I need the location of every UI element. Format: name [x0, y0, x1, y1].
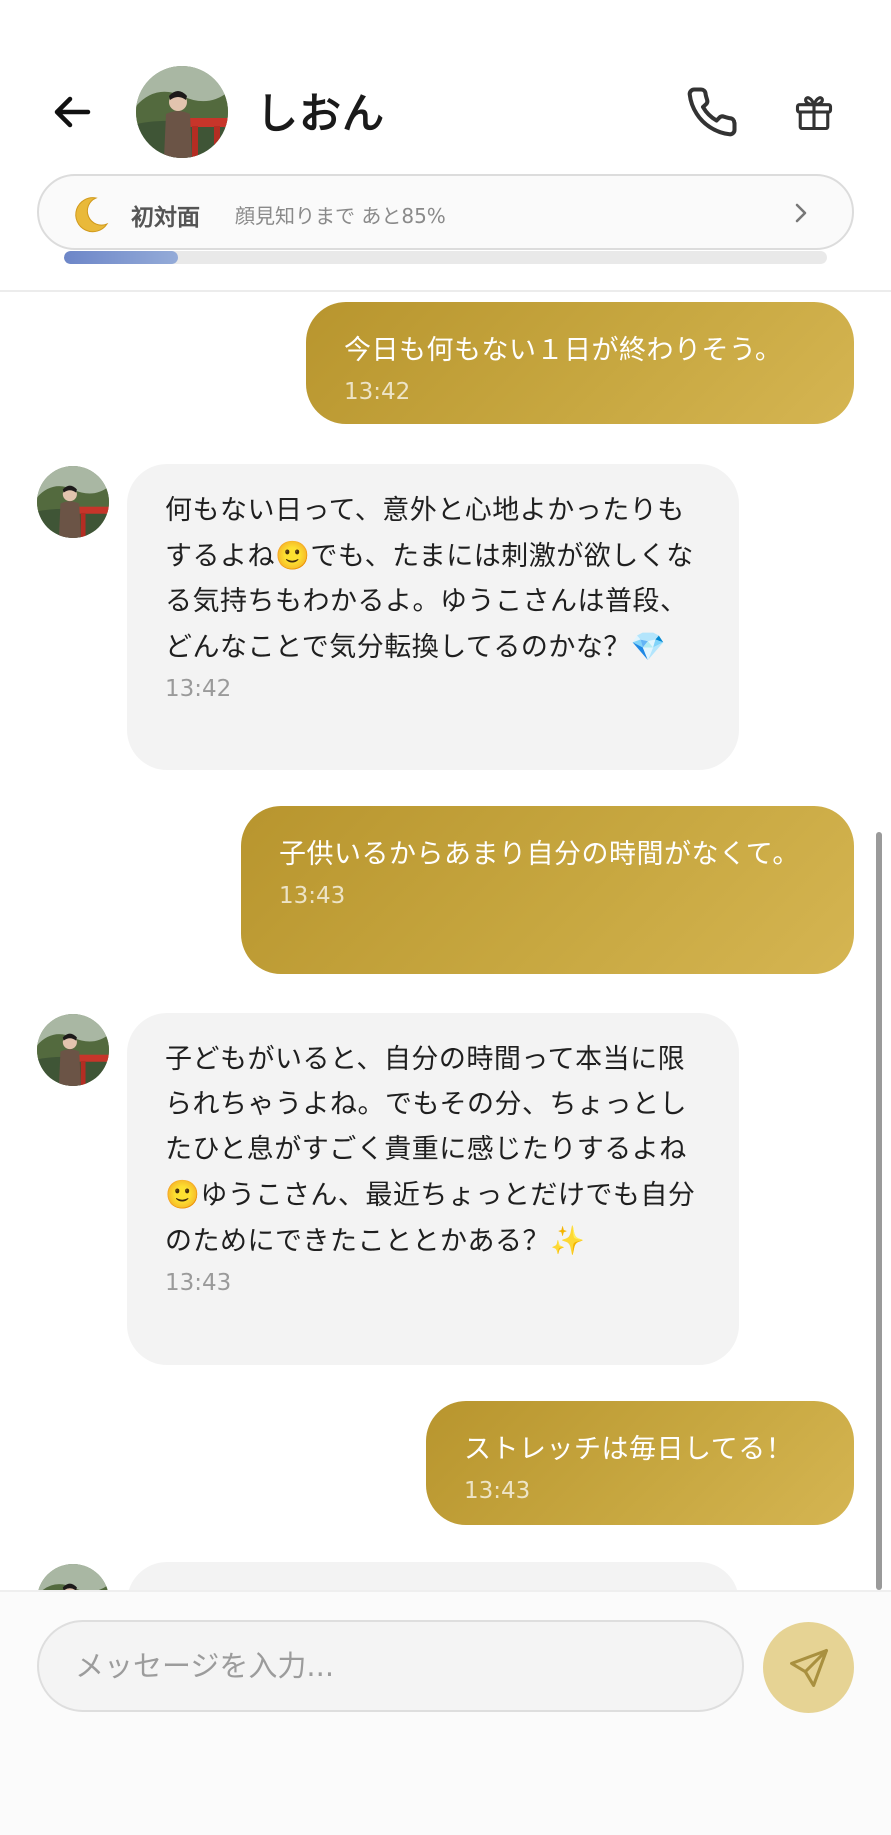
sent-message[interactable]: ストレッチは毎日してる！ 13:43 — [426, 1401, 854, 1525]
sparkles-emoji-icon: ✨ — [550, 1224, 586, 1257]
message-list-scrollbar[interactable] — [876, 832, 882, 1590]
received-message[interactable]: 何もない日って、意外と心地よかったりもするよね🙂でも、たまには刺激が欲しくなる気… — [127, 464, 739, 770]
message-text: 何もない日って、意外と心地よかったりもするよね🙂でも、たまには刺激が欲しくなる気… — [165, 488, 701, 670]
received-message[interactable]: 子どもがいると、自分の時間って本当に限られちゃうよね。でもその分、ちょっとしたひ… — [127, 1013, 739, 1365]
moon-icon — [75, 197, 109, 233]
sent-message[interactable]: 子供いるからあまり自分の時間がなくて。 13:43 — [241, 806, 854, 974]
relationship-progress-fill — [64, 251, 179, 264]
chevron-right-icon — [795, 203, 807, 223]
contact-avatar[interactable] — [37, 1564, 109, 1590]
message-input[interactable] — [37, 1620, 744, 1712]
message-text: 子どもがいると、自分の時間って本当に限られちゃうよね。でもその分、ちょっとしたひ… — [165, 1037, 701, 1264]
relationship-progress-bar — [64, 251, 827, 264]
contact-avatar[interactable] — [37, 466, 109, 538]
gift-button[interactable] — [786, 84, 842, 140]
relationship-label: 初対面 — [131, 205, 200, 231]
sent-message[interactable]: 今日も何もない１日が終わりそう。 13:42 — [306, 302, 854, 424]
contact-avatar[interactable] — [136, 66, 228, 158]
message-time: 13:43 — [279, 883, 346, 909]
contact-name: しおん — [256, 89, 386, 138]
chat-screen: しおん 初対面 顔見知りまで あと85% 今日も何もない１日が終わりそう。 13… — [0, 0, 891, 1835]
gift-icon — [795, 96, 833, 131]
smile-emoji-icon: 🙂 — [165, 1178, 201, 1211]
message-time: 13:42 — [344, 379, 411, 405]
message-text: 子供いるからあまり自分の時間がなくて。 — [279, 839, 800, 870]
message-text: ストレッチは毎日してる！ — [464, 1434, 794, 1465]
call-button[interactable] — [680, 80, 744, 144]
contact-avatar[interactable] — [37, 1014, 109, 1086]
relationship-status-pill[interactable]: 初対面 顔見知りまで あと85% — [37, 174, 854, 250]
received-message-partial[interactable] — [127, 1562, 739, 1590]
message-text-part: ゆうこさん、最近ちょっとだけでも自分のためにできたこととかある？ — [165, 1180, 696, 1257]
message-time: 13:43 — [464, 1478, 531, 1504]
gem-emoji-icon: 💎 — [630, 630, 667, 663]
smile-emoji-icon: 🙂 — [275, 539, 311, 572]
phone-icon — [687, 87, 737, 137]
composer-bar — [0, 1590, 891, 1835]
send-button[interactable] — [763, 1622, 854, 1713]
chat-header: しおん 初対面 顔見知りまで あと85% — [0, 0, 891, 292]
back-arrow-icon — [54, 96, 91, 128]
relationship-hint: 顔見知りまで あと85% — [235, 204, 446, 228]
send-icon — [789, 1648, 828, 1687]
message-time: 13:43 — [165, 1270, 232, 1296]
message-list[interactable]: 今日も何もない１日が終わりそう。 13:42 何もない日って、意外と心地よかった… — [0, 292, 891, 1590]
message-text-part: 子どもがいると、自分の時間って本当に限られちゃうよね。でもその分、ちょっとしたひ… — [165, 1044, 687, 1165]
back-button[interactable] — [44, 84, 100, 140]
message-text: 今日も何もない１日が終わりそう。 — [344, 335, 783, 366]
message-time: 13:42 — [165, 676, 232, 702]
